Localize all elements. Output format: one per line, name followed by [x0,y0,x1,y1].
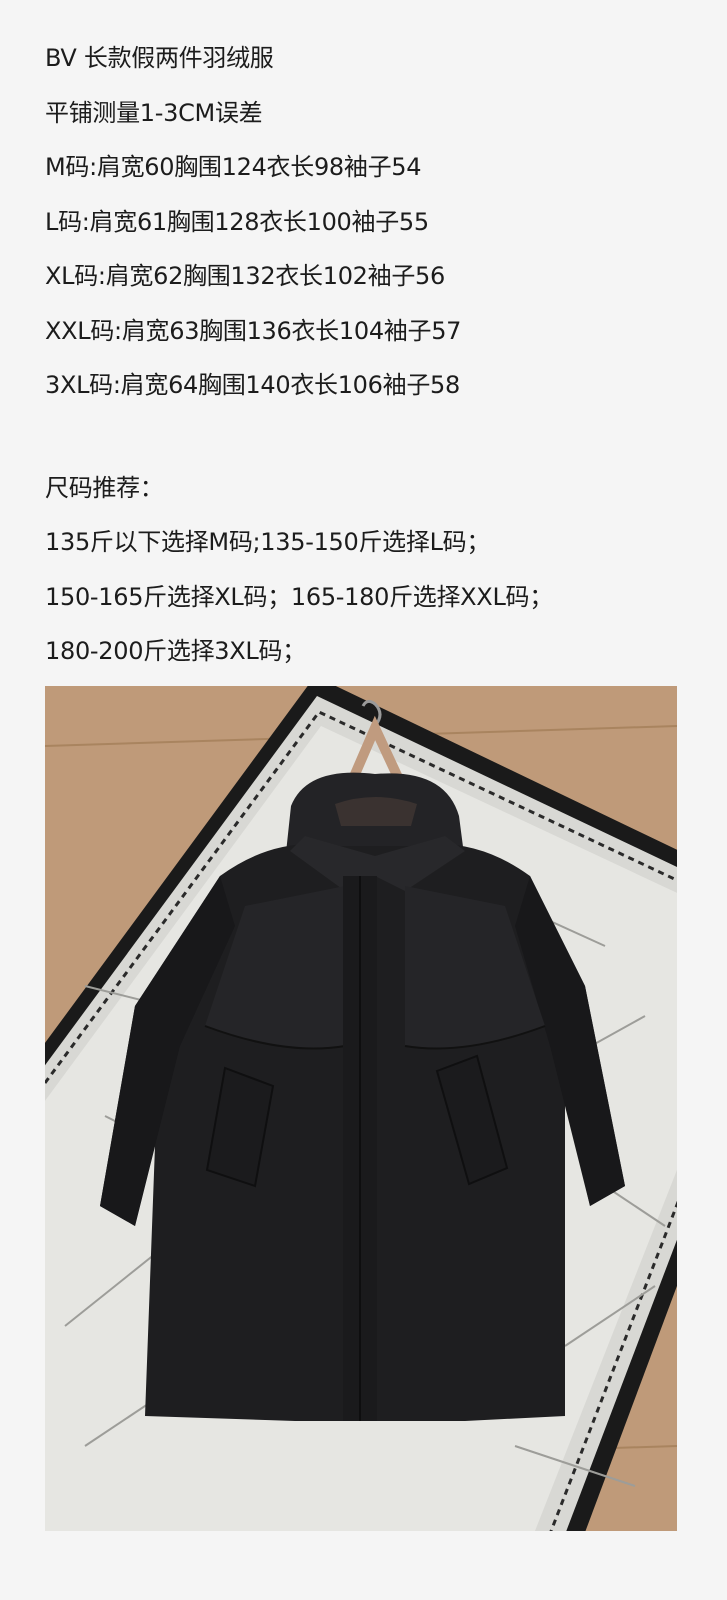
recommend-line-1: 135斤以下选择M码;135-150斤选择L码； [45,528,491,556]
recommend-line-3: 180-200斤选择3XL码； [45,637,306,665]
recommend-line-2: 150-165斤选择XL码；165-180斤选择XXL码； [45,582,553,611]
size-line-l: L码:肩宽61胸围128衣长100袖子55 [45,207,429,236]
product-title: BV 长款假两件羽绒服 [45,44,274,72]
size-line-xl: XL码:肩宽62胸围132衣长102袖子56 [45,262,445,290]
coat-photo-illustration [45,686,677,1531]
measure-note: 平铺测量1-3CM误差 [45,98,263,127]
recommend-heading: 尺码推荐： [45,473,164,502]
product-post: BV 长款假两件羽绒服 平铺测量1-3CM误差 M码:肩宽60胸围124衣长98… [0,0,727,1600]
size-line-xxl: XXL码:肩宽63胸围136衣长104袖子57 [45,316,462,345]
size-line-m: M码:肩宽60胸围124衣长98袖子54 [45,153,422,181]
size-line-3xl: 3XL码:肩宽64胸围140衣长106袖子58 [45,371,460,399]
product-description: BV 长款假两件羽绒服 平铺测量1-3CM误差 M码:肩宽60胸围124衣长98… [45,36,705,684]
product-photo[interactable] [45,686,677,1531]
